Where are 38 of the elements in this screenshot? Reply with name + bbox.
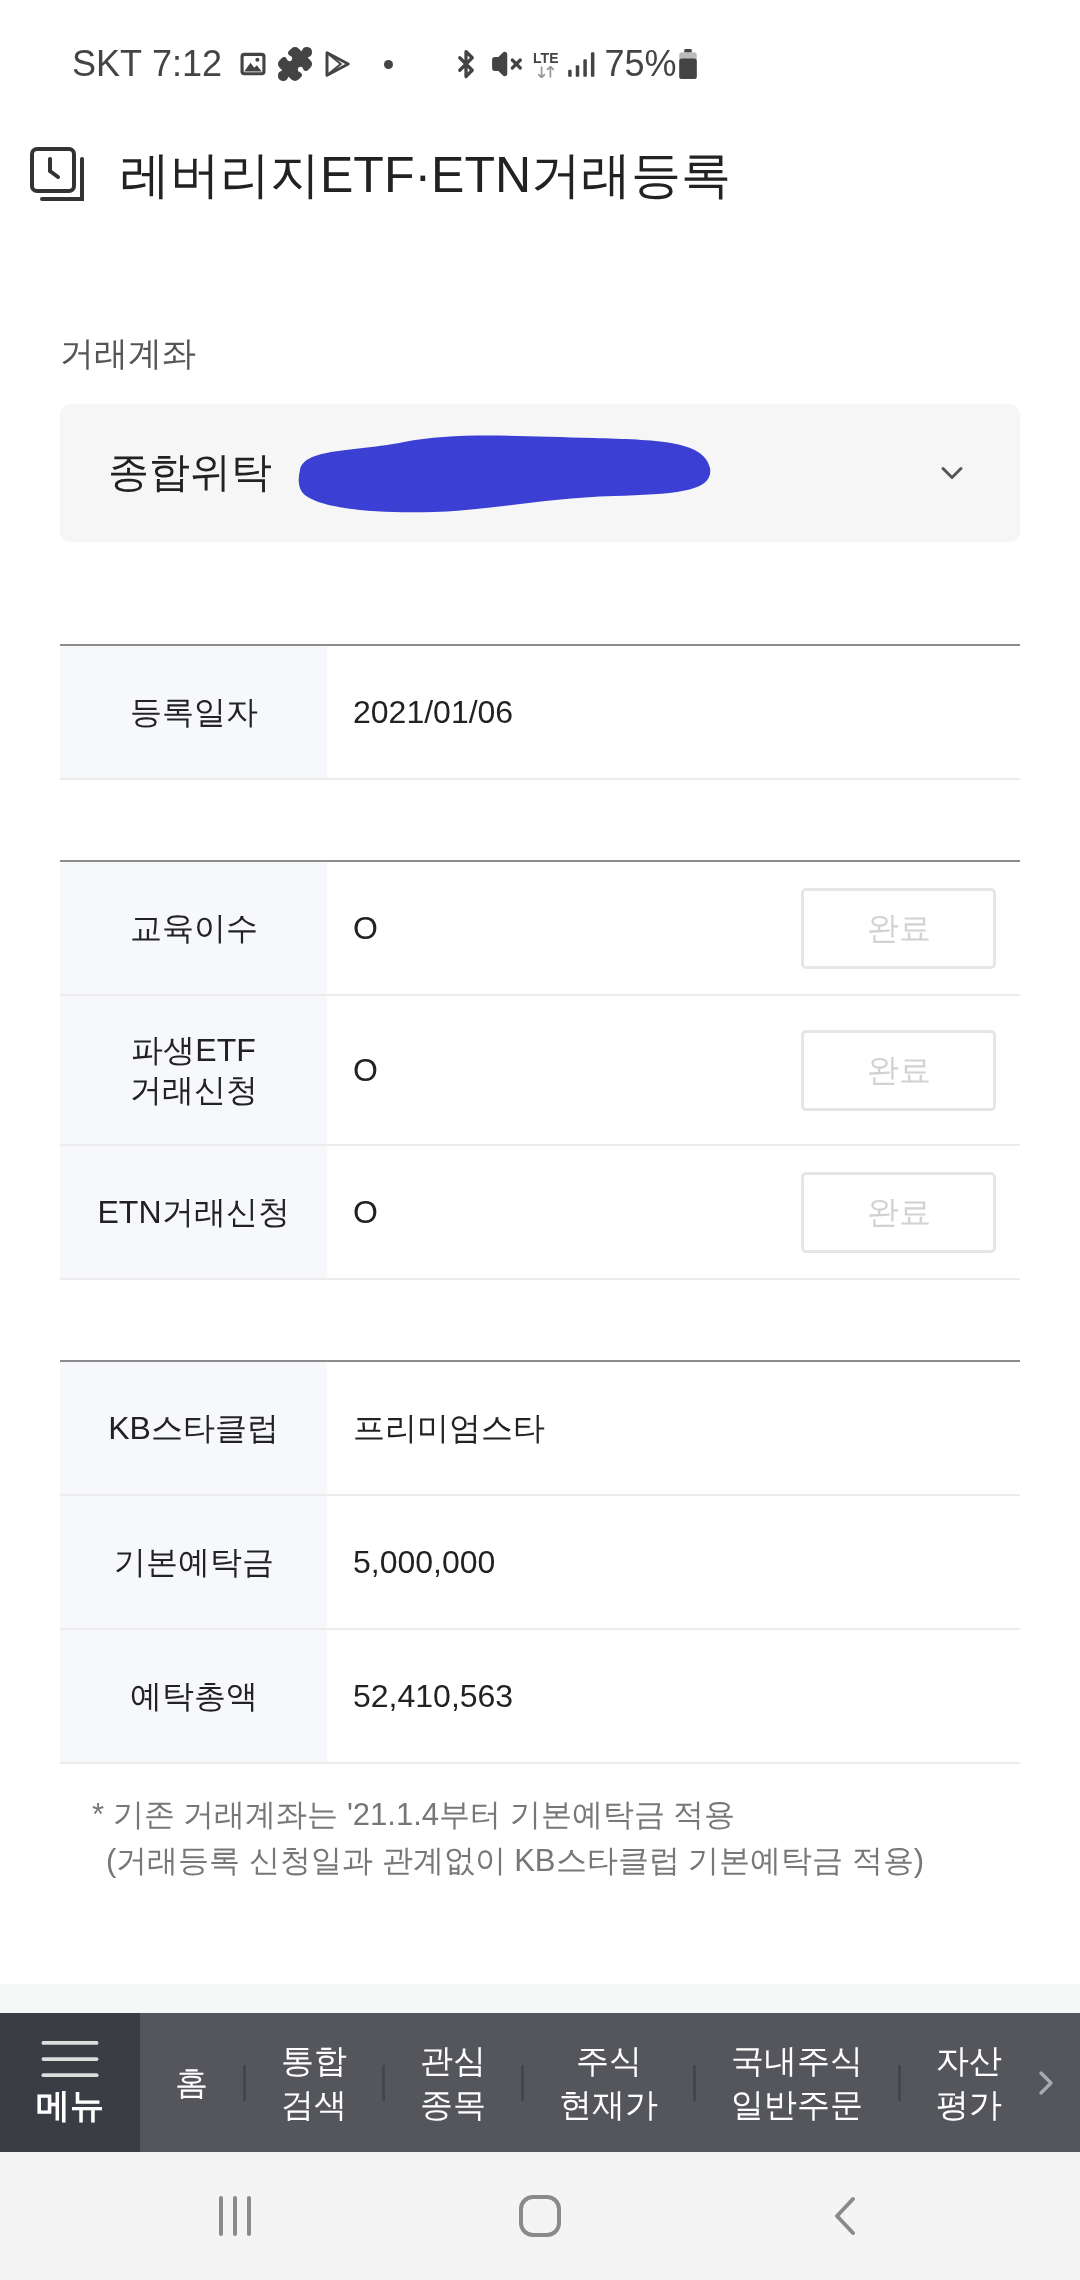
home-icon[interactable] (518, 2194, 562, 2238)
nav-link[interactable]: 홈 (140, 2013, 243, 2152)
nav-link[interactable]: 통합 검색 (246, 2013, 382, 2152)
carrier-label: SKT (72, 46, 142, 82)
nav-link[interactable]: 주식 현재가 (524, 2013, 693, 2152)
row-value: 5,000,000 (353, 1543, 496, 1582)
row-header-cell: 파생ETF 거래신청 (60, 996, 327, 1144)
row-header-cell: 등록일자 (60, 646, 327, 778)
row-header-cell: ETN거래신청 (60, 1146, 327, 1278)
row-value: 52,410,563 (353, 1677, 514, 1716)
signal-icon (566, 50, 595, 78)
page-title: 레버리지ETF·ETN거래등록 (120, 145, 732, 205)
account-label: 거래계좌 (60, 333, 196, 373)
nav-link[interactable]: 관심 종목 (385, 2013, 521, 2152)
menu-icon (40, 2040, 100, 2079)
row-header-cell: KB스타클럽 (60, 1362, 327, 1494)
menu-button[interactable]: 메뉴 (0, 2013, 140, 2152)
row-value: O (353, 1193, 378, 1232)
battery-percent: 75% (604, 46, 677, 82)
battery-icon (678, 49, 697, 79)
row-header-cell: 기본예탁금 (60, 1496, 327, 1628)
row-header-cell: 교육이수 (60, 862, 327, 994)
row-value: O (353, 1051, 378, 1090)
row-value: 2021/01/06 (353, 693, 514, 732)
nav-link[interactable]: 국내주식 일반주문 (696, 2013, 898, 2152)
dot-icon (384, 59, 394, 69)
row-value: O (353, 909, 378, 948)
row-value: 프리미엄스타 (353, 1409, 545, 1448)
back-icon[interactable] (833, 2196, 858, 2236)
nav-link[interactable]: 자산 평가 (901, 2013, 1026, 2152)
notice-text: * 기존 거래계좌는 '21.1.4부터 기본예탁금 적용 (거래등록 신청일과 관계없이 KB스타클럽 기본예탁금 적용) (91, 1796, 926, 1880)
puzzle-icon (276, 45, 315, 83)
stacked-clock-icon (30, 146, 86, 204)
row-header-cell: 예탁총액 (60, 1630, 327, 1762)
account-dropdown[interactable]: 종합위탁 (60, 404, 1020, 542)
account-type: 종합위탁 (108, 448, 272, 498)
network-type-label: LTE (533, 50, 559, 66)
clock-time: 7:12 (152, 46, 223, 82)
